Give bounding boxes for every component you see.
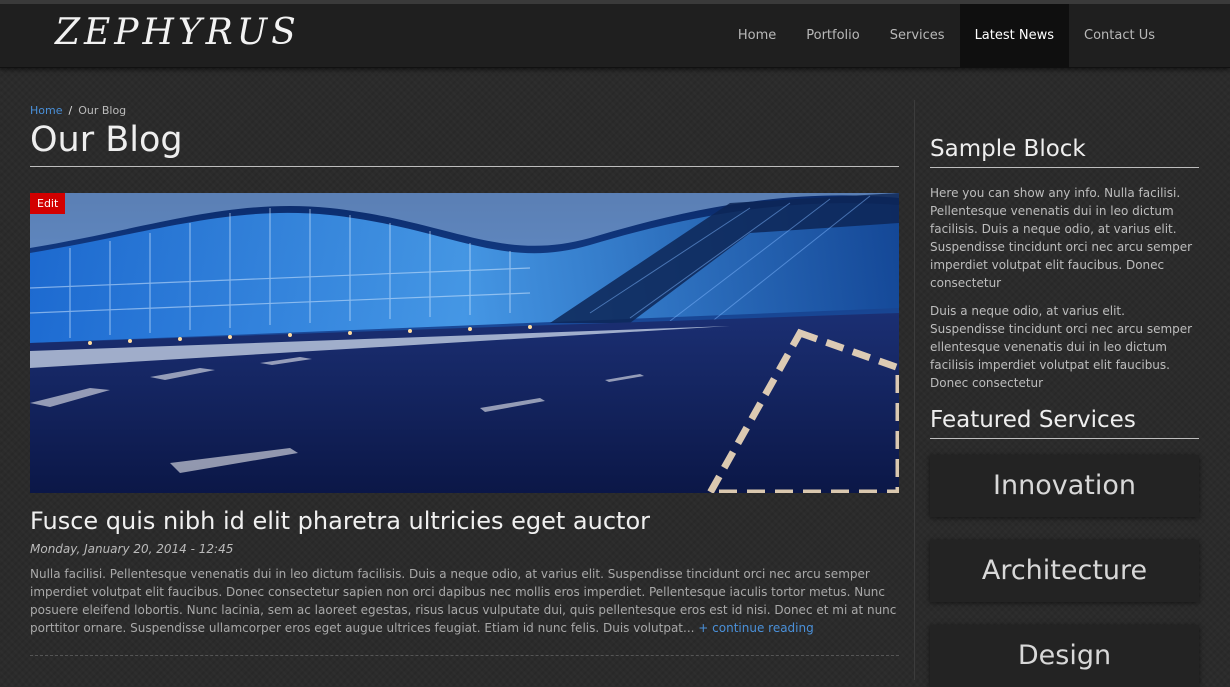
nav-item-latest-news[interactable]: Latest News: [959, 4, 1069, 68]
sample-block-paragraph-2: Duis a neque odio, at varius elit. Suspe…: [930, 304, 1193, 390]
sample-block-paragraph-1: Here you can show any info. Nulla facili…: [930, 186, 1193, 290]
breadcrumb-home-link[interactable]: Home: [30, 104, 62, 117]
nav-item-services[interactable]: Services: [875, 4, 960, 68]
post-title[interactable]: Fusce quis nibh id elit pharetra ultrici…: [30, 507, 650, 535]
nav-item-home[interactable]: Home: [723, 4, 791, 68]
edit-button[interactable]: Edit: [30, 193, 66, 214]
featured-services-title: Featured Services: [930, 407, 1199, 439]
site-logo[interactable]: ZEPHYRUS: [55, 12, 300, 53]
airport-road-illustration: [30, 193, 899, 493]
main-nav: Home Portfolio Services Latest News Cont…: [723, 4, 1170, 68]
service-architecture[interactable]: Architecture: [930, 540, 1199, 602]
page-title: Our Blog: [30, 120, 899, 167]
post-excerpt: Nulla facilisi. Pellentesque venenatis d…: [30, 565, 899, 637]
column-divider: [914, 100, 915, 680]
nav-item-portfolio[interactable]: Portfolio: [791, 4, 874, 68]
post-featured-image[interactable]: [30, 193, 899, 493]
breadcrumb-current: Our Blog: [78, 104, 127, 117]
breadcrumb-separator: /: [68, 104, 73, 117]
continue-reading-link[interactable]: + continue reading: [698, 621, 813, 635]
nav-item-contact-us[interactable]: Contact Us: [1069, 4, 1170, 68]
sample-block-title: Sample Block: [930, 136, 1199, 168]
service-innovation[interactable]: Innovation: [930, 455, 1199, 517]
post-date: Monday, January 20, 2014 - 12:45: [30, 542, 234, 556]
post-divider: [30, 655, 899, 656]
top-navbar: ZEPHYRUS Home Portfolio Services Latest …: [0, 0, 1230, 68]
breadcrumb: Home / Our Blog: [30, 104, 126, 117]
service-design[interactable]: Design: [930, 625, 1199, 687]
